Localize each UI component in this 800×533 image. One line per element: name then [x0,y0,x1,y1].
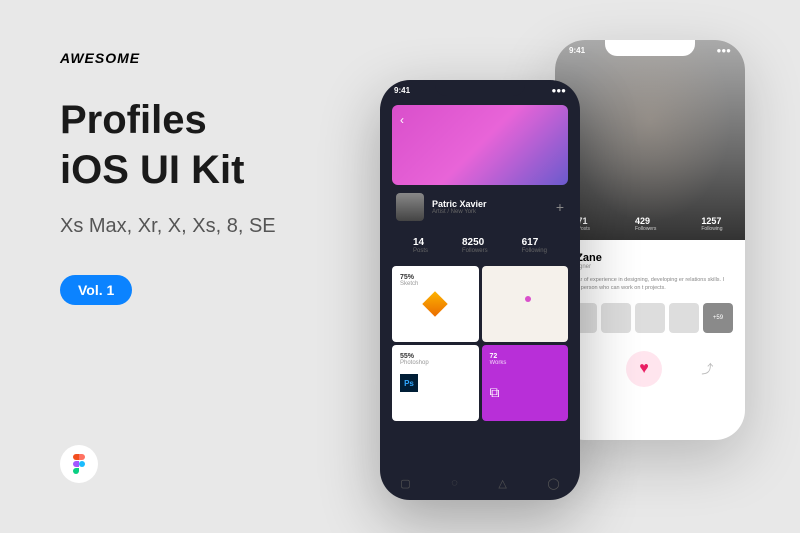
user-row: Patric Xavier Artist / New York + [380,193,580,231]
search-icon[interactable]: ◯ [547,477,559,490]
phone-mockup-dark: 9:41 ●●● ‹ Patric Xavier Artist / New Yo… [380,80,580,500]
thumbnail[interactable] [635,303,665,333]
title-line-2: iOS UI Kit [60,145,244,195]
profile-role: Designer [567,264,733,270]
figma-icon [60,445,98,483]
stat-followers[interactable]: 8250 Followers [462,237,488,254]
back-icon[interactable]: ‹ [400,113,404,127]
share-icon[interactable]: ⤴ [701,360,713,377]
subtitle: Xs Max, Xr, X, Xs, 8, SE [60,215,276,238]
volume-badge: Vol. 1 [60,275,132,305]
status-icons: ●●● [717,46,732,55]
profile-stats: 71 Posts 429 Followers 1257 Following [555,216,745,232]
tile-grid: 75% Sketch 55% Photoshop Ps 72 Works ⧉ [380,266,580,421]
profile-hero-image: 71 Posts 429 Followers 1257 Following [555,40,745,240]
stat-following[interactable]: 1257 Following [701,216,722,232]
copy-icon: ⧉ [490,384,561,401]
add-icon[interactable]: + [556,199,564,215]
thumbnail[interactable] [601,303,631,333]
phone-mockup-light: 9:41 ●●● 71 Posts 429 Followers 1257 Fol… [555,40,745,440]
stat-following[interactable]: 617 Following [522,237,547,254]
stat-followers[interactable]: 429 Followers [635,216,656,232]
tile-sketch[interactable]: 75% Sketch [392,266,479,342]
thumbnail-row: +59 [567,303,733,333]
tab-bar: ▢ ◌ △ ◯ [380,467,580,500]
home-icon[interactable]: ▢ [400,477,410,490]
status-time: 9:41 [394,86,410,95]
brand-label: AWESOME [60,50,140,66]
profile-description: e year of experience in designing, devel… [567,276,733,293]
tile-map[interactable] [482,266,569,342]
tile-works[interactable]: 72 Works ⧉ [482,345,569,421]
map-pin-icon [525,296,531,302]
thumbnail[interactable] [669,303,699,333]
thumbnail-more[interactable]: +59 [703,303,733,333]
chat-icon[interactable]: ◌ [451,477,458,490]
profile-stats: 14 Posts 8250 Followers 617 Following [380,231,580,266]
tile-photoshop[interactable]: 55% Photoshop Ps [392,345,479,421]
profile-name: a Zane [567,252,733,264]
heart-icon: ♥ [639,360,649,378]
user-location: Artist / New York [432,209,548,215]
title-line-1: Profiles [60,95,244,145]
status-icons: ●●● [552,86,567,95]
page-title: Profiles iOS UI Kit [60,95,244,195]
photoshop-icon: Ps [400,374,418,392]
avatar[interactable] [396,193,424,221]
sketch-icon [423,291,448,316]
bell-icon[interactable]: △ [498,477,506,490]
status-time: 9:41 [569,46,585,55]
profile-hero: ‹ [392,105,568,185]
user-name: Patric Xavier [432,199,548,209]
like-button[interactable]: ♥ [626,351,662,387]
stat-posts[interactable]: 14 Posts [413,237,428,254]
